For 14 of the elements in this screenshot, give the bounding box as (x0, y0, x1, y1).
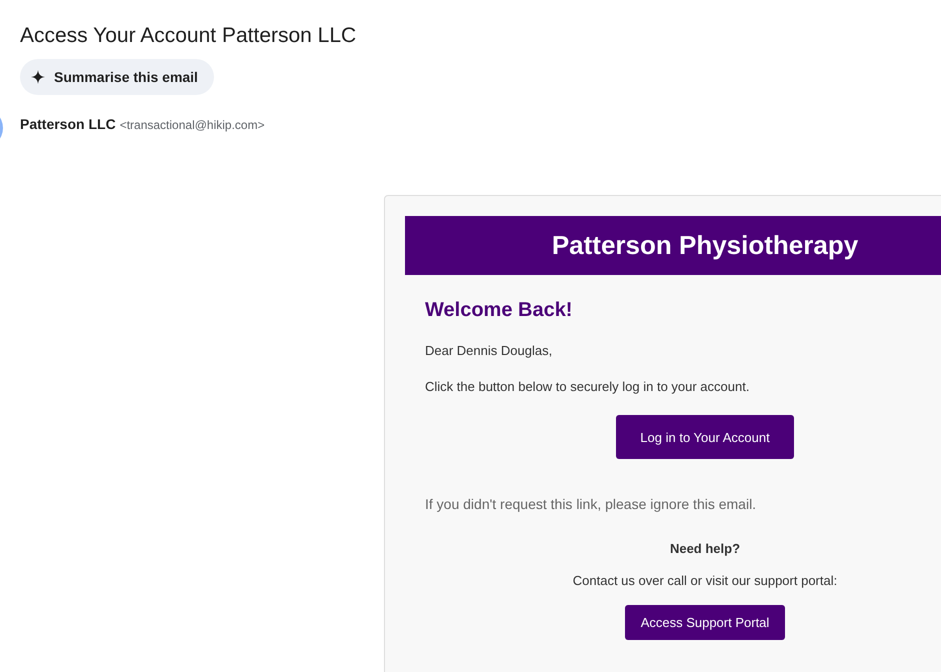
sender-address: <transactional@hikip.com> (120, 118, 265, 132)
email-subject: Access Your Account Patterson LLC (20, 23, 358, 49)
welcome-heading: Welcome Back! (425, 298, 574, 323)
ignore-note: If you didn't request this link, please ignore this email. (425, 496, 758, 512)
sparkle-icon (31, 70, 45, 84)
instruction-text: Click the button below to securely log in to your account. (425, 379, 750, 395)
summarise-button[interactable]: Summarise this email (20, 59, 214, 95)
brand-banner: Patterson Physiotherapy (405, 216, 941, 275)
greeting-text: Dear Dennis Douglas, (425, 343, 554, 359)
login-button[interactable]: Log in to Your Account (616, 415, 794, 459)
sender-name: Patterson LLC (20, 116, 116, 132)
help-text: Contact us over call or visit our support portal: (572, 573, 838, 589)
support-portal-button[interactable]: Access Support Portal (624, 605, 786, 640)
help-title: Need help? (668, 541, 742, 557)
